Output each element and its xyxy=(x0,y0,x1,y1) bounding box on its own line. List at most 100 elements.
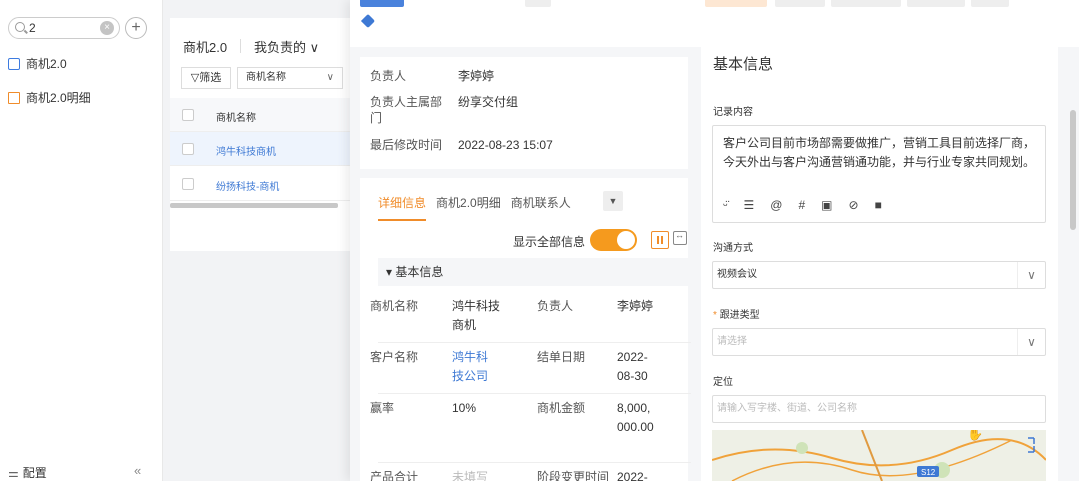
content-textarea[interactable]: 客户公司目前市场部需要做推广，营销工具目前选择厂商，今天外出与客户沟通营销通功能… xyxy=(712,125,1046,223)
field-select[interactable]: 商机名称 ∨ xyxy=(237,67,343,89)
dept-value: 纷享交付组 xyxy=(458,95,519,109)
horizontal-scrollbar[interactable] xyxy=(170,203,338,208)
field-label: 商机名称 xyxy=(370,299,419,313)
field-value: 10% xyxy=(452,401,477,415)
divider xyxy=(378,342,691,343)
list-title: 商机2.0 xyxy=(183,40,228,55)
fullscreen-icon[interactable] xyxy=(1024,436,1038,450)
divider xyxy=(240,39,241,53)
tab-contacts[interactable]: 商机联系人 xyxy=(511,194,571,221)
sidebar-item-label: 商机2.0明细 xyxy=(26,91,91,105)
field-value: 8,000,000.00 xyxy=(617,401,654,434)
row-checkbox[interactable] xyxy=(182,178,194,190)
follow-up-form: 基本信息 记录内容 客户公司目前市场部需要做推广，营销工具目前选择厂商，今天外出… xyxy=(701,47,1058,481)
expand-icon[interactable] xyxy=(673,230,687,245)
header-chip xyxy=(525,0,551,7)
form-title: 基本信息 xyxy=(713,56,774,73)
field-value: 2022- xyxy=(617,470,648,481)
map-graphic: S12 xyxy=(712,430,1046,481)
list-icon[interactable]: ☰ xyxy=(744,198,755,212)
settings-icon: ⚌ xyxy=(8,465,19,480)
field-value: 2022-08-30 xyxy=(617,350,648,383)
required-mark: * xyxy=(713,310,717,321)
header-action-button[interactable] xyxy=(775,0,825,7)
emoji-icon[interactable]: ᵕ̈ xyxy=(723,198,728,212)
settings-link[interactable]: ⚌ 配置 xyxy=(8,464,47,481)
sidebar-item-opportunity-detail[interactable]: 商机2.0明细 xyxy=(8,89,91,106)
column-header: 商机名称 xyxy=(216,113,256,124)
field-label: 赢率 xyxy=(370,401,395,415)
owner-value: 李婷婷 xyxy=(458,69,495,83)
header-action-button[interactable] xyxy=(831,0,901,7)
search-input[interactable] xyxy=(29,20,99,36)
filter-button[interactable]: ▽筛选 xyxy=(181,67,231,89)
followup-select[interactable]: 请选择 ∨ xyxy=(712,328,1046,356)
field-value: 李婷婷 xyxy=(617,299,654,313)
more-tabs-button[interactable]: ▼ xyxy=(603,191,623,211)
table-row[interactable]: 纷扬科技-商机 xyxy=(170,167,360,201)
field-label: 产品合计 xyxy=(370,470,419,481)
hand-cursor-icon: ✋ xyxy=(967,430,984,441)
chevron-down-icon: ∨ xyxy=(326,72,334,83)
map-road-badge: S12 xyxy=(921,468,936,477)
field-label: 商机金额 xyxy=(537,401,586,415)
dept-label: 负责人主属部门 xyxy=(370,95,443,125)
attachment-icon[interactable]: ⊘ xyxy=(849,198,859,212)
field-label: 负责人 xyxy=(537,299,574,313)
owner-label: 负责人 xyxy=(370,69,407,83)
customer-link[interactable]: 鸿牛科技公司 xyxy=(452,348,492,386)
section-basic-info[interactable]: ▾ 基本信息 xyxy=(378,258,691,286)
clear-icon[interactable]: × xyxy=(100,21,114,35)
header-chip xyxy=(360,0,404,7)
followup-placeholder: 请选择 xyxy=(717,336,747,347)
comm-value: 视频会议 xyxy=(717,269,757,280)
add-button[interactable]: + xyxy=(125,17,147,39)
sidebar-item-opportunity[interactable]: 商机2.0 xyxy=(8,55,67,72)
sidebar-search[interactable]: × xyxy=(8,17,120,39)
content-label: 记录内容 xyxy=(713,107,753,118)
hashtag-icon[interactable]: # xyxy=(798,198,805,212)
field-label: 结单日期 xyxy=(537,350,586,364)
summary-card: 负责人 李婷婷 负责人主属部门 纷享交付组 最后修改时间 2022-08-23 … xyxy=(360,57,688,169)
followup-label-text: 跟进类型 xyxy=(719,310,760,321)
chevron-down-icon: ∨ xyxy=(1017,329,1045,355)
location-input[interactable]: 请输入写字楼、街道、公司名称 xyxy=(712,395,1046,423)
location-map[interactable]: S12 ✋ xyxy=(712,430,1046,481)
collapse-sidebar-button[interactable]: « xyxy=(134,463,141,478)
header-action-button[interactable] xyxy=(971,0,1009,7)
show-all-toggle[interactable] xyxy=(590,229,637,251)
tab-opportunity-detail[interactable]: 商机2.0明细 xyxy=(436,194,501,221)
row-checkbox[interactable] xyxy=(182,143,194,155)
field-label: 阶段变更时间 xyxy=(537,470,610,481)
select-all-checkbox[interactable] xyxy=(182,109,194,121)
comm-select[interactable]: 视频会议 ∨ xyxy=(712,261,1046,289)
modified-label: 最后修改时间 xyxy=(370,138,443,152)
mention-icon[interactable]: @ xyxy=(770,198,782,212)
field-label: 客户名称 xyxy=(370,350,419,364)
location-placeholder: 请输入写字楼、街道、公司名称 xyxy=(717,403,857,414)
card-icon[interactable]: ■ xyxy=(875,198,882,212)
location-label: 定位 xyxy=(713,377,733,388)
layout-columns-icon[interactable] xyxy=(651,231,669,249)
header-action-button[interactable] xyxy=(705,0,767,7)
content-text[interactable]: 客户公司目前市场部需要做推广，营销工具目前选择厂商，今天外出与客户沟通营销通功能… xyxy=(723,134,1041,172)
field-value: 鸿牛科技商机 xyxy=(452,299,501,332)
filter-label: 筛选 xyxy=(199,72,222,84)
header-action-button[interactable] xyxy=(907,0,965,7)
view-selector[interactable]: 我负责的 ∨ xyxy=(254,37,319,56)
followup-label: * 跟进类型 xyxy=(713,306,760,321)
detail-tabs: 详细信息 商机2.0明细 商机联系人 xyxy=(378,194,581,221)
search-icon xyxy=(15,22,25,32)
row-link[interactable]: 鸿牛科技商机 xyxy=(216,143,276,158)
tab-details[interactable]: 详细信息 xyxy=(378,194,427,221)
vertical-scrollbar[interactable] xyxy=(1070,110,1076,230)
comm-label: 沟通方式 xyxy=(713,243,753,254)
flow-icon xyxy=(8,57,20,70)
editor-toolbar: ᵕ̈ ☰ @ # ▣ ⊘ ■ xyxy=(723,198,882,212)
pin-icon[interactable] xyxy=(360,13,376,29)
field-value: 未填写 xyxy=(452,470,489,481)
detail-drawer: 负责人 李婷婷 负责人主属部门 纷享交付组 最后修改时间 2022-08-23 … xyxy=(350,0,1079,481)
image-icon[interactable]: ▣ xyxy=(821,198,832,212)
row-link[interactable]: 纷扬科技-商机 xyxy=(216,178,279,193)
table-row[interactable]: 鸿牛科技商机 xyxy=(170,132,360,166)
